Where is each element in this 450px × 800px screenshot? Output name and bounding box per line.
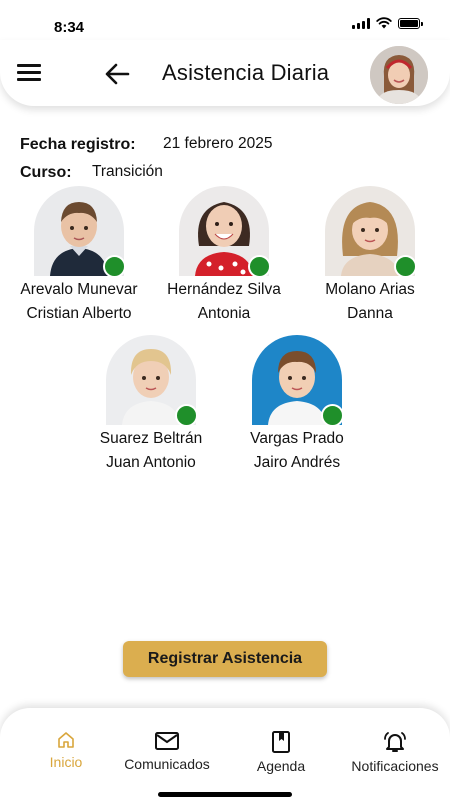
status-bar: 8:34 — [0, 0, 450, 44]
student-card[interactable]: Suarez Beltrán Juan Antonio — [76, 335, 226, 475]
student-first-name: Danna — [347, 305, 393, 322]
bell-icon — [384, 732, 406, 752]
home-indicator — [158, 792, 292, 797]
course-value: Transición — [92, 163, 163, 180]
back-arrow-icon[interactable] — [104, 62, 130, 86]
present-status-dot — [175, 404, 198, 427]
date-row: Fecha registro: — [20, 136, 136, 154]
nav-item-comunicados[interactable]: Comunicados — [123, 730, 211, 772]
signal-icon — [352, 17, 370, 29]
student-card[interactable]: Hernández Silva Antonia — [149, 186, 299, 326]
page-title: Asistencia Diaria — [162, 60, 330, 85]
bottom-nav: Inicio Comunicados Agenda Notificaciones — [0, 708, 450, 800]
nav-label: Comunicados — [124, 756, 210, 772]
student-first-name: Antonia — [197, 305, 251, 322]
student-card[interactable]: Vargas Prado Jairo Andrés — [222, 335, 372, 475]
present-status-dot — [103, 255, 126, 278]
nav-item-inicio[interactable]: Inicio — [30, 716, 84, 776]
nav-label: Inicio — [49, 754, 83, 770]
menu-icon[interactable] — [17, 64, 41, 84]
mail-icon — [155, 732, 179, 750]
present-status-dot — [321, 404, 344, 427]
course-label: Curso: — [20, 164, 72, 181]
book-icon — [272, 731, 290, 753]
present-status-dot — [394, 255, 417, 278]
student-last-name: Hernández Silva — [167, 281, 281, 298]
wifi-icon — [376, 17, 392, 29]
nav-item-notificaciones[interactable]: Notificaciones — [348, 730, 442, 774]
battery-icon — [398, 17, 423, 29]
student-last-name: Vargas Prado — [250, 430, 344, 447]
student-card[interactable]: Arevalo Munevar Cristian Alberto — [4, 186, 154, 326]
avatar[interactable] — [370, 46, 428, 104]
status-time: 8:34 — [54, 19, 85, 36]
student-last-name: Arevalo Munevar — [20, 281, 138, 298]
student-first-name: Cristian Alberto — [26, 305, 132, 322]
present-status-dot — [248, 255, 271, 278]
register-attendance-button[interactable]: Registrar Asistencia — [123, 641, 327, 677]
nav-item-agenda[interactable]: Agenda — [255, 730, 307, 774]
nav-label: Notificaciones — [351, 758, 439, 774]
date-label: Fecha registro: — [20, 136, 136, 153]
student-last-name: Molano Arias — [325, 281, 415, 298]
student-last-name: Suarez Beltrán — [99, 430, 203, 447]
date-value: 21 febrero 2025 — [163, 135, 273, 152]
student-card[interactable]: Molano Arias Danna — [295, 186, 445, 326]
nav-label: Agenda — [256, 758, 306, 774]
course-row: Curso: — [20, 164, 72, 182]
home-icon — [58, 732, 74, 748]
status-icons — [352, 17, 423, 29]
app-header: Asistencia Diaria — [0, 40, 450, 106]
student-first-name: Juan Antonio — [106, 454, 196, 471]
student-first-name: Jairo Andrés — [253, 454, 341, 471]
